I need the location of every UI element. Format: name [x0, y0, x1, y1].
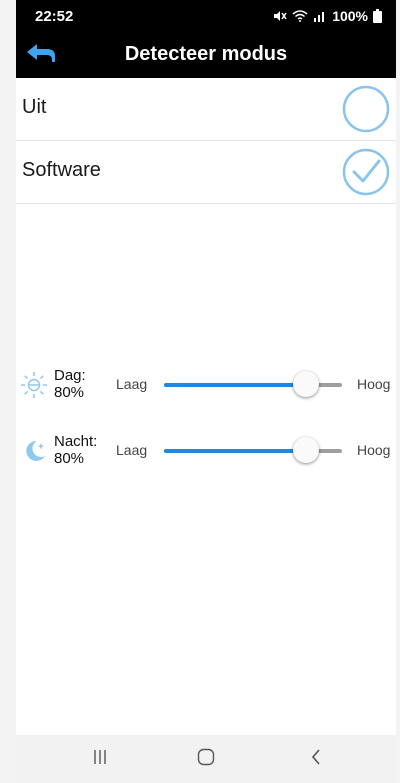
- status-bar: 22:52 100%: [16, 0, 396, 32]
- battery-percent: 100%: [332, 8, 368, 24]
- option-software[interactable]: Software: [16, 141, 396, 204]
- page-title: Detecteer modus: [124, 43, 288, 65]
- back-icon: [310, 748, 322, 770]
- slider-label: Dag: 80%: [54, 367, 114, 401]
- slider-row-night: Nacht: 80% Laag Hoog: [16, 429, 396, 475]
- sun-icon: [20, 371, 48, 399]
- max-label: Hoog: [357, 442, 391, 458]
- signal-icon: [313, 10, 327, 22]
- home-button[interactable]: [186, 745, 226, 773]
- recent-apps-button[interactable]: [80, 745, 120, 773]
- night-label: Nacht:: [54, 433, 98, 450]
- day-percent: 80%: [54, 384, 85, 401]
- screen: 22:52 100% Detecteer modus Uit Software …: [16, 0, 396, 783]
- slider-thumb[interactable]: [293, 437, 320, 463]
- radio-unchecked-icon[interactable]: [342, 85, 390, 133]
- slider-fill: [164, 449, 307, 453]
- nav-back-button[interactable]: [296, 745, 336, 773]
- slider-row-day: Dag: 80% Laag Hoog: [16, 363, 396, 409]
- night-percent: 80%: [54, 450, 85, 467]
- option-label: Uit: [22, 96, 47, 118]
- slider-label: Nacht: 80%: [54, 433, 114, 467]
- day-label: Dag:: [54, 367, 86, 384]
- status-indicators: 100%: [273, 8, 382, 24]
- slider-fill: [164, 383, 307, 387]
- radio-checked-icon[interactable]: [342, 148, 390, 196]
- day-slider[interactable]: [164, 371, 342, 397]
- night-slider[interactable]: [164, 437, 342, 463]
- slider-thumb[interactable]: [293, 371, 320, 397]
- recent-apps-icon: [92, 749, 108, 770]
- option-label: Software: [22, 159, 101, 181]
- wifi-icon: [292, 10, 308, 22]
- option-uit[interactable]: Uit: [16, 78, 396, 141]
- navigation-bar: [16, 735, 396, 783]
- app-bar: Detecteer modus: [16, 32, 396, 78]
- min-label: Laag: [116, 376, 148, 392]
- min-label: Laag: [116, 442, 148, 458]
- mute-icon: [273, 10, 287, 22]
- battery-icon: [373, 9, 382, 23]
- moon-icon: [20, 437, 48, 465]
- max-label: Hoog: [357, 376, 391, 392]
- home-icon: [197, 748, 215, 771]
- status-time: 22:52: [35, 8, 74, 25]
